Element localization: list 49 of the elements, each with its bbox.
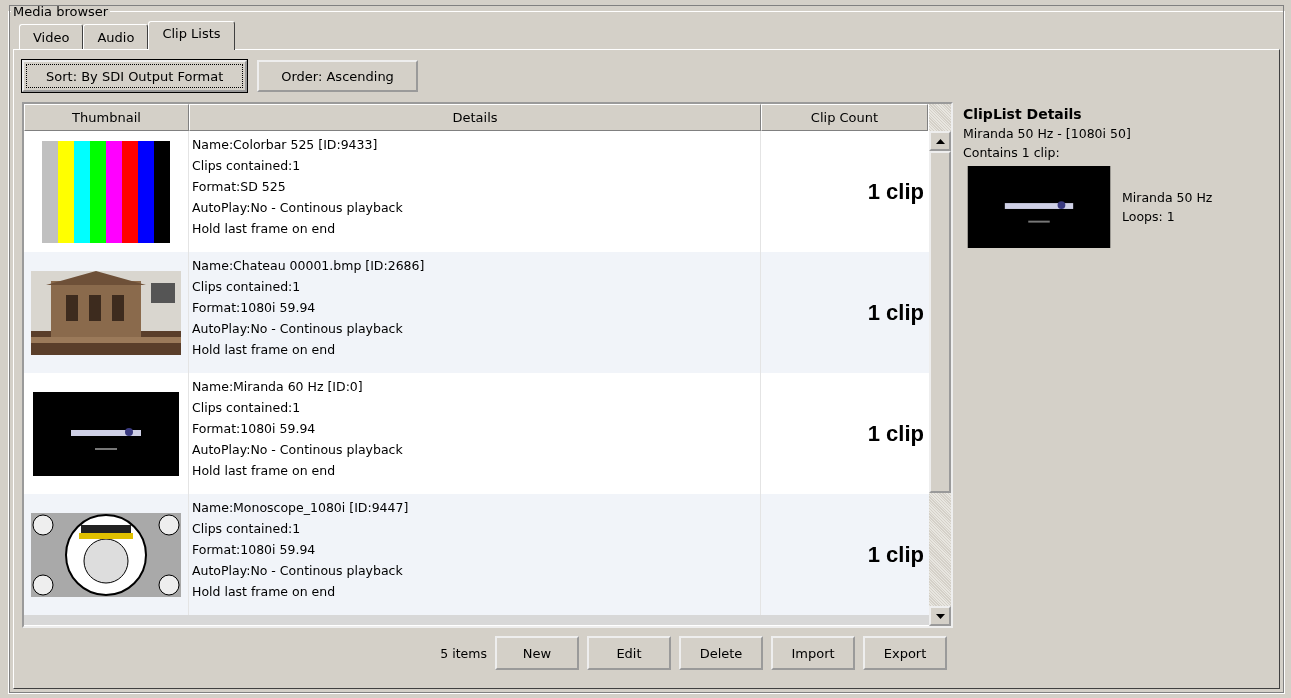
clip-count: 1 clip xyxy=(866,298,925,327)
footer-button[interactable]: New xyxy=(495,636,579,670)
detail-line: AutoPlay:No - Continous playback xyxy=(192,320,404,338)
column-header[interactable]: Clip Count xyxy=(761,104,928,131)
toolbar-button[interactable]: Order: Ascending xyxy=(257,60,418,92)
footer-button[interactable]: Export xyxy=(863,636,947,670)
details-subtitle: Miranda 50 Hz - [1080i 50] xyxy=(963,125,1132,143)
detail-line: Format:1080i 59.94 xyxy=(192,420,317,438)
clip-list-row[interactable]: Name:Monoscope_1080i [ID:9447] Clips contained:1 Format:1080i 59.94 AutoPlay:No - Continous playback Hold last frame on end 1 clip xyxy=(24,494,929,615)
column-header[interactable]: Details xyxy=(189,104,761,131)
detail-line: AutoPlay:No - Continous playback xyxy=(192,441,404,459)
detail-line: Name:Colorbar 525 [ID:9433] xyxy=(192,136,379,154)
detail-line: Hold last frame on end xyxy=(192,583,337,601)
toolbar-button[interactable]: Sort: By SDI Output Format xyxy=(22,60,248,92)
scroll-up-icon xyxy=(935,138,945,144)
clip-count: 1 clip xyxy=(866,177,925,206)
clip-list-row[interactable]: Name:Chateau 00001.bmp [ID:2686] Clips contained:1 Format:1080i 59.94 AutoPlay:No - Continous playback Hold last frame on end 1 clip xyxy=(24,252,929,373)
detail-line: Format:1080i 59.94 xyxy=(192,299,317,317)
tab[interactable]: Audio xyxy=(83,24,149,49)
detail-line: Clips contained:1 xyxy=(192,399,302,417)
footer-button[interactable]: Import xyxy=(771,636,855,670)
detail-line: Hold last frame on end xyxy=(192,462,337,480)
detail-line: Format:SD 525 xyxy=(192,178,287,196)
detail-line: AutoPlay:No - Continous playback xyxy=(192,199,404,217)
detail-line: Hold last frame on end xyxy=(192,341,337,359)
footer-button[interactable]: Edit xyxy=(587,636,671,670)
group-title: Media browser xyxy=(12,4,110,19)
detail-line: Clips contained:1 xyxy=(192,157,302,175)
detail-line: Name:Chateau 00001.bmp [ID:2686] xyxy=(192,257,426,275)
scroll-down-icon xyxy=(935,613,945,619)
item-count: 5 items xyxy=(440,645,487,661)
clip-count: 1 clip xyxy=(866,540,925,569)
clip-total: Contains 1 clip: xyxy=(963,144,1061,162)
detail-line: Name:Miranda 60 Hz [ID:0] xyxy=(192,378,364,396)
clip-count: 1 clip xyxy=(866,419,925,448)
detail-line: AutoPlay:No - Continous playback xyxy=(192,562,404,580)
column-header[interactable]: Thumbnail xyxy=(24,104,189,131)
scrollbar[interactable] xyxy=(929,104,951,626)
details-title: ClipList Details xyxy=(963,105,1083,124)
tab[interactable]: Clip Lists xyxy=(148,21,235,50)
clip-loops: Loops: 1 xyxy=(1122,208,1176,226)
detail-line: Clips contained:1 xyxy=(192,520,302,538)
footer-button[interactable]: Delete xyxy=(679,636,763,670)
detail-line: Hold last frame on end xyxy=(192,220,337,238)
detail-line: Format:1080i 59.94 xyxy=(192,541,317,559)
clip-name: Miranda 50 Hz xyxy=(1122,189,1213,207)
tab[interactable]: Video xyxy=(19,24,84,49)
detail-line: Name:Monoscope_1080i [ID:9447] xyxy=(192,499,410,517)
detail-line: Clips contained:1 xyxy=(192,278,302,296)
